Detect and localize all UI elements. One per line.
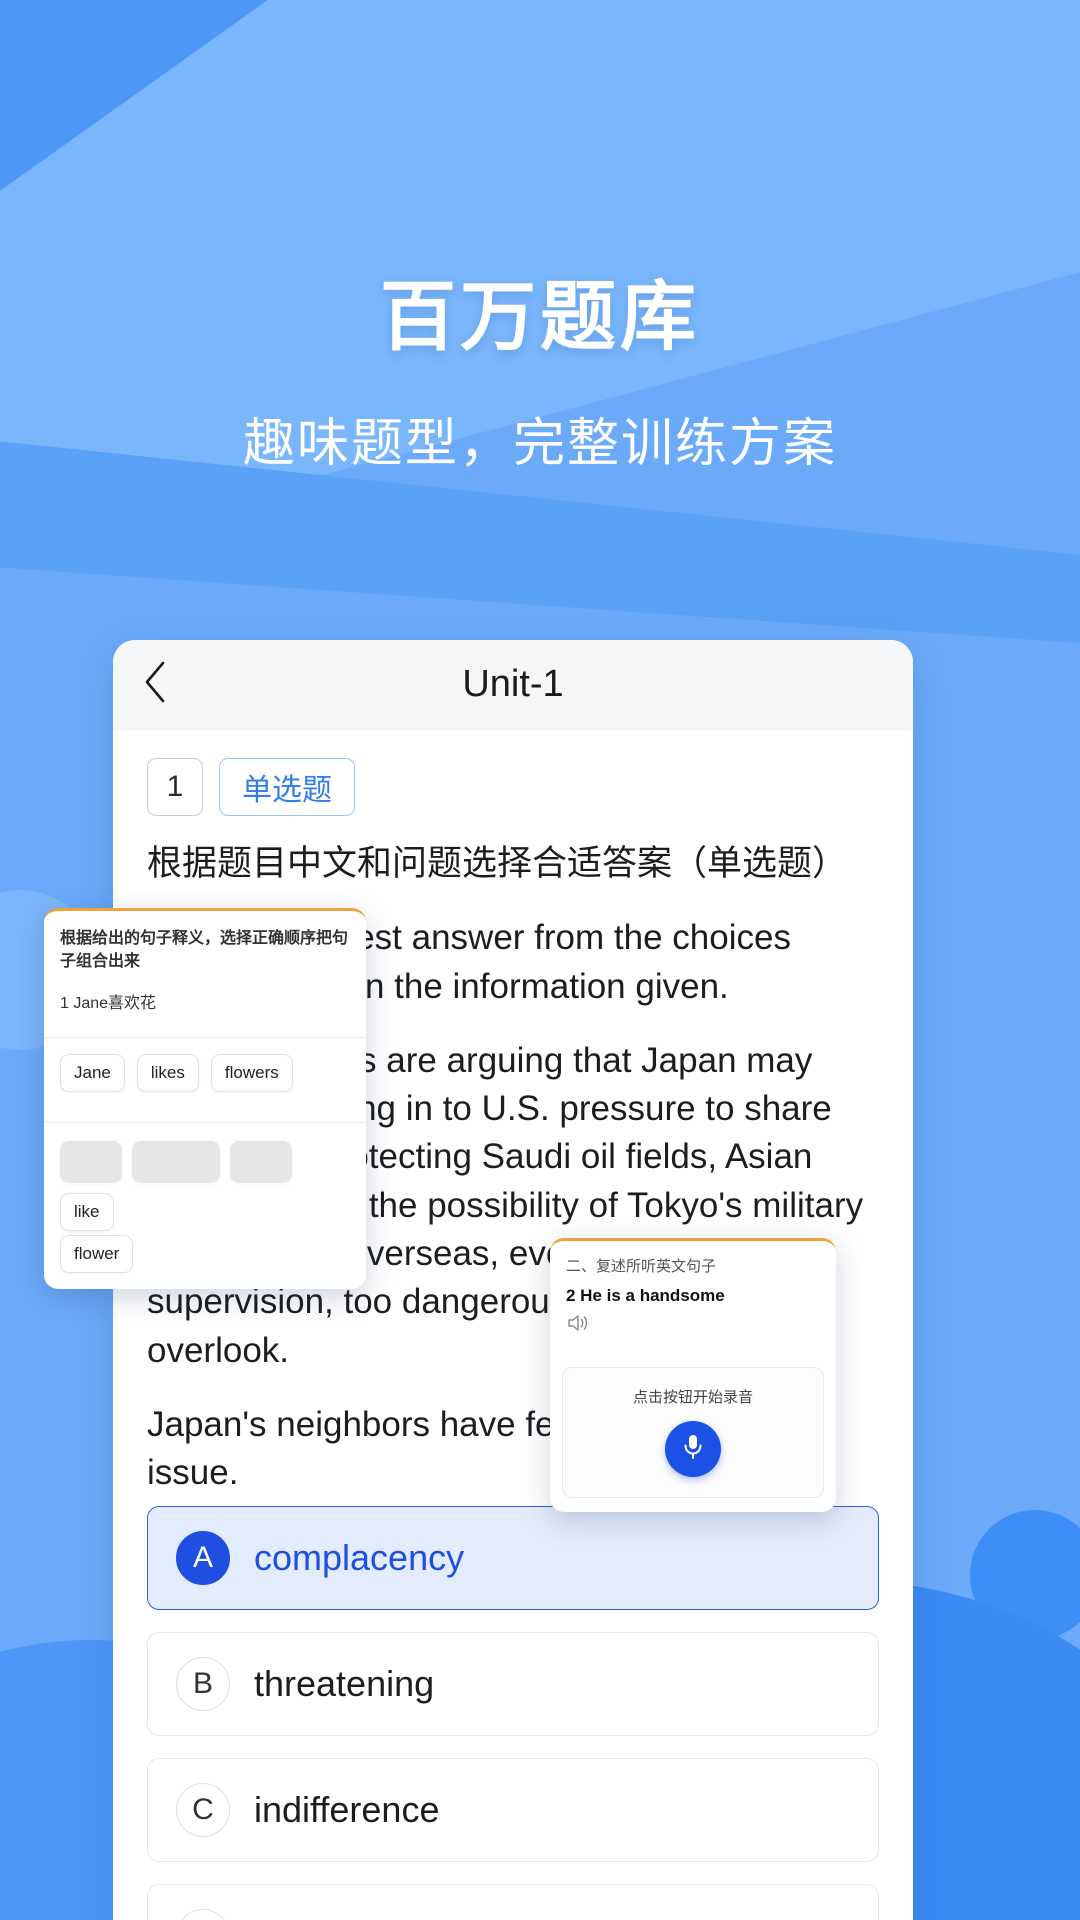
exercise-sentence: 1 Jane喜欢花 [60, 995, 157, 1013]
word-bank: Jane likes flowers [44, 1038, 366, 1108]
word-chip[interactable]: Jane [60, 1054, 125, 1093]
exercise-prompt: 根据给出的句子释义，选择正确顺序把句子组合出来 [60, 930, 349, 971]
option-letter: C [176, 1782, 230, 1837]
option-a[interactable]: A complacency [147, 1505, 879, 1610]
microphone-icon [680, 1432, 706, 1467]
answer-slot[interactable] [132, 1141, 220, 1184]
option-b[interactable]: B threatening [147, 1631, 879, 1736]
option-d[interactable]: D honour [147, 1883, 879, 1920]
option-letter: B [176, 1656, 230, 1711]
answer-slot-row-second: flower [44, 1235, 366, 1289]
record-button[interactable] [665, 1421, 721, 1477]
navigation-bar: Unit-1 [113, 640, 913, 730]
recorder-panel: 点击按钮开始录音 [562, 1367, 824, 1498]
listening-section-heading: 二、复述所听英文句子 [566, 1258, 717, 1275]
speaker-icon[interactable] [566, 1312, 820, 1339]
option-letter: D [176, 1908, 230, 1920]
answer-options: A complacency B threatening C indifferen… [147, 1505, 879, 1920]
record-hint: 点击按钮开始录音 [632, 1389, 753, 1406]
answer-chip[interactable]: like [60, 1193, 114, 1232]
hero-subtitle: 趣味题型，完整训练方案 [242, 415, 837, 473]
option-c[interactable]: C indifference [147, 1757, 879, 1862]
question-paragraph: 根据题目中文和问题选择合适答案（单选题） [147, 844, 848, 883]
hero-title: 百万题库 [380, 275, 700, 360]
question-meta: 1 单选题 [147, 758, 879, 816]
option-label: honour [254, 1915, 366, 1920]
option-letter: A [176, 1530, 230, 1585]
answer-slot[interactable] [60, 1141, 122, 1184]
option-label: threatening [254, 1662, 435, 1704]
hero-section: 百万题库 趣味题型，完整训练方案 [0, 0, 1080, 476]
page-title: Unit-1 [462, 663, 564, 705]
word-order-card-header: 根据给出的句子释义，选择正确顺序把句子组合出来 1 Jane喜欢花 [44, 911, 366, 1023]
answer-slot-row: like [44, 1123, 366, 1235]
option-label: complacency [254, 1536, 465, 1578]
question-type-badge: 单选题 [219, 758, 355, 816]
word-chip[interactable]: likes [136, 1054, 199, 1093]
listening-repeat-card: 二、复述所听英文句子 2 He is a handsome 点击按钮开始录音 [550, 1238, 836, 1512]
question-number-badge: 1 [147, 758, 203, 816]
option-label: indifference [254, 1788, 440, 1830]
word-chip[interactable]: flowers [210, 1054, 293, 1093]
answer-chip[interactable]: flower [60, 1235, 134, 1274]
listening-sentence: 2 He is a handsome [566, 1286, 725, 1305]
word-order-exercise-card: 根据给出的句子释义，选择正确顺序把句子组合出来 1 Jane喜欢花 Jane l… [44, 908, 366, 1290]
answer-slot[interactable] [230, 1141, 292, 1184]
listening-card-header: 二、复述所听英文句子 2 He is a handsome [550, 1241, 836, 1351]
